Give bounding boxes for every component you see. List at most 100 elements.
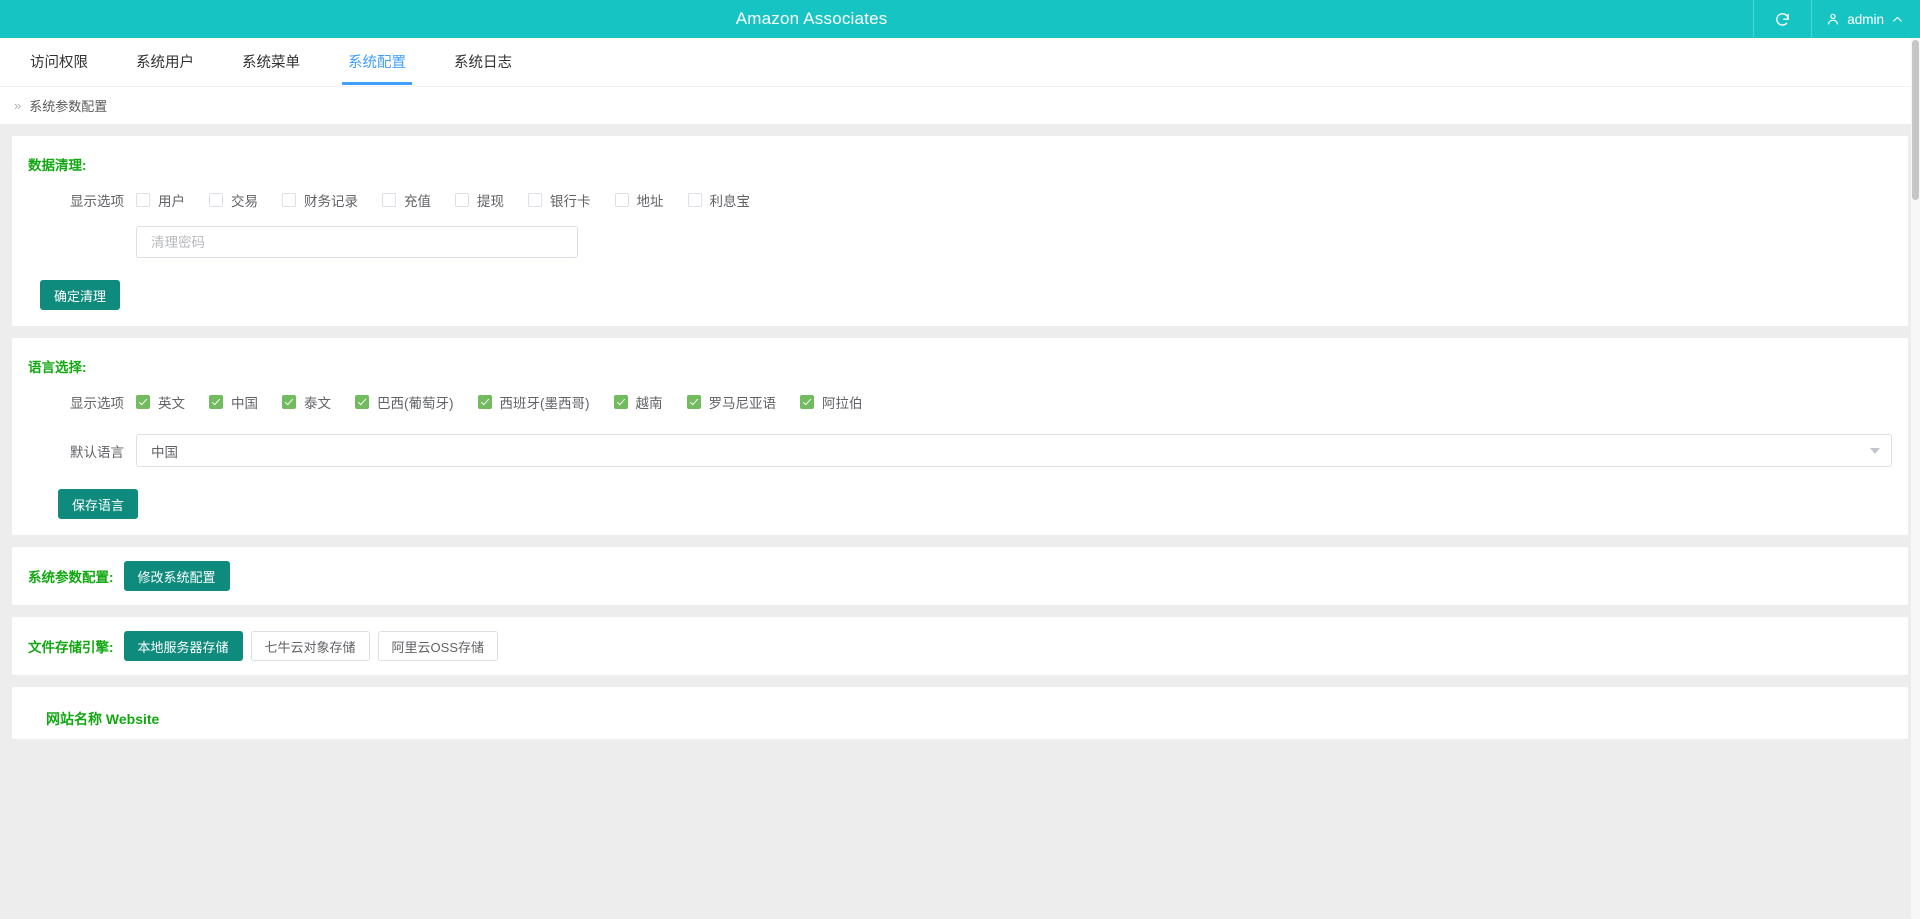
tab-system-users[interactable]: 系统用户 [112,38,218,85]
checkbox-box [686,395,701,409]
default-language-label: 默认语言 [70,444,124,460]
checkbox-box [614,193,629,207]
edit-system-config-button[interactable]: 修改系统配置 [123,561,230,591]
tab-system-config[interactable]: 系统配置 [324,38,430,85]
language-actions: 保存语言 [28,489,1892,519]
page-content: 数据清理: 显示选项 用户 交易 财务记录 充值 提现 银行卡 地址 利息宝 确… [0,124,1920,919]
checkbox-box [136,395,150,409]
language-checkbox-group: 英文 中国 泰文 巴西(葡萄牙) 西班牙(墨西哥) 越南 罗马尼亚语 阿拉伯 [136,392,887,412]
tab-label: 系统日志 [454,55,512,71]
data-cleanup-checkbox-group: 用户 交易 财务记录 充值 提现 银行卡 地址 利息宝 [136,190,774,210]
vertical-scrollbar[interactable] [1911,38,1920,919]
data-cleanup-actions: 确定清理 [28,280,1892,310]
cleanup-password-input[interactable] [136,226,578,258]
checkbox-lang-vietnamese[interactable]: 越南 [613,392,663,412]
checkbox-lang-brazil-portuguese[interactable]: 巴西(葡萄牙) [355,392,454,412]
checkbox-label: 银行卡 [550,194,591,209]
tab-system-logs[interactable]: 系统日志 [430,38,536,85]
checkbox-address[interactable]: 地址 [614,190,664,210]
checkbox-label: 泰文 [304,396,331,411]
default-language-select[interactable]: 中国 [136,434,1892,467]
checkbox-recharge[interactable]: 充值 [382,190,431,210]
checkbox-lang-spanish-mexico[interactable]: 西班牙(墨西哥) [477,392,590,412]
storage-engine-title: 文件存储引擎: [28,640,114,655]
default-language-value: 中国 [151,444,178,460]
checkbox-lang-chinese[interactable]: 中国 [209,392,258,412]
storage-engine-button-group: 本地服务器存储 七牛云对象存储 阿里云OSS存储 [123,631,498,661]
checkbox-box [455,193,469,207]
app-title: Amazon Associates [735,9,888,28]
data-cleanup-options-row: 显示选项 用户 交易 财务记录 充值 提现 银行卡 地址 利息宝 [28,190,1892,210]
checkbox-box [800,395,814,409]
breadcrumb: » 系统参数配置 [0,86,1920,124]
checkbox-lang-english[interactable]: 英文 [136,392,185,412]
checkbox-user[interactable]: 用户 [136,190,185,210]
checkbox-box [528,193,542,207]
checkbox-box [282,395,296,409]
checkbox-lang-romanian[interactable]: 罗马尼亚语 [686,392,777,412]
checkbox-box [136,193,150,207]
checkbox-finance-record[interactable]: 财务记录 [282,190,358,210]
breadcrumb-arrow-icon: » [14,98,22,113]
checkbox-label: 罗马尼亚语 [708,396,777,411]
checkbox-label: 越南 [635,396,663,411]
checkbox-box [209,395,223,409]
app-title-wrap: Amazon Associates [0,0,1753,38]
user-menu[interactable]: admin [1811,0,1920,38]
checkbox-label: 财务记录 [304,194,358,209]
language-options-row: 显示选项 英文 中国 泰文 巴西(葡萄牙) 西班牙(墨西哥) 越南 罗马尼亚语 … [28,392,1892,412]
checkbox-box [477,395,492,409]
refresh-button[interactable] [1753,0,1811,38]
chevron-up-icon [1891,13,1904,26]
refresh-icon [1774,11,1791,28]
data-cleanup-options-label: 显示选项 [70,194,124,209]
checkbox-label: 充值 [404,194,431,209]
checkbox-label: 交易 [231,194,258,209]
checkbox-lang-thai[interactable]: 泰文 [282,392,331,412]
checkbox-label: 利息宝 [709,194,751,209]
username-label: admin [1847,11,1884,27]
app-header: Amazon Associates admin [0,0,1920,38]
save-language-button[interactable]: 保存语言 [58,489,139,519]
language-panel: 语言选择: 显示选项 英文 中国 泰文 巴西(葡萄牙) 西班牙(墨西哥) 越南 … [12,338,1908,535]
checkbox-bank-card[interactable]: 银行卡 [528,190,591,210]
checkbox-box [209,193,223,207]
language-title: 语言选择: [28,360,87,375]
language-options-label: 显示选项 [70,396,124,411]
tab-label: 系统配置 [348,55,406,71]
tab-system-menu[interactable]: 系统菜单 [218,38,324,85]
checkbox-lang-arabic[interactable]: 阿拉伯 [800,392,863,412]
checkbox-label: 西班牙(墨西哥) [499,396,590,411]
breadcrumb-current: 系统参数配置 [29,99,108,114]
checkbox-label: 提现 [477,194,504,209]
checkbox-transaction[interactable]: 交易 [209,190,258,210]
storage-local-server-button[interactable]: 本地服务器存储 [123,631,243,661]
default-language-select-wrap: 中国 [136,434,1892,467]
storage-qiniu-button[interactable]: 七牛云对象存储 [250,631,370,661]
checkbox-box [355,395,369,409]
checkbox-label: 用户 [158,194,185,209]
tab-bar: 访问权限 系统用户 系统菜单 系统配置 系统日志 [0,38,1920,86]
user-icon [1826,12,1840,26]
tab-label: 系统用户 [136,55,194,71]
storage-aliyun-oss-button[interactable]: 阿里云OSS存储 [377,631,498,661]
checkbox-withdraw[interactable]: 提现 [455,190,504,210]
data-cleanup-title: 数据清理: [28,158,87,173]
storage-engine-panel: 文件存储引擎: 本地服务器存储 七牛云对象存储 阿里云OSS存储 [12,617,1908,675]
checkbox-box [613,395,628,409]
default-language-row: 默认语言 中国 [28,434,1892,467]
data-cleanup-password-row [28,226,1892,258]
checkbox-box [282,193,296,207]
tab-label: 访问权限 [30,55,88,71]
checkbox-interest-treasure[interactable]: 利息宝 [687,190,751,210]
vertical-scrollbar-thumb[interactable] [1912,40,1919,200]
confirm-cleanup-button[interactable]: 确定清理 [40,280,121,310]
checkbox-label: 阿拉伯 [822,396,863,411]
system-params-panel: 系统参数配置: 修改系统配置 [12,547,1908,605]
checkbox-label: 巴西(葡萄牙) [377,396,454,411]
checkbox-label: 英文 [158,396,185,411]
tab-access-rights[interactable]: 访问权限 [6,38,112,85]
system-params-title: 系统参数配置: [28,570,114,585]
checkbox-label: 中国 [231,396,258,411]
website-settings-panel: 网站名称 Website [12,687,1908,739]
